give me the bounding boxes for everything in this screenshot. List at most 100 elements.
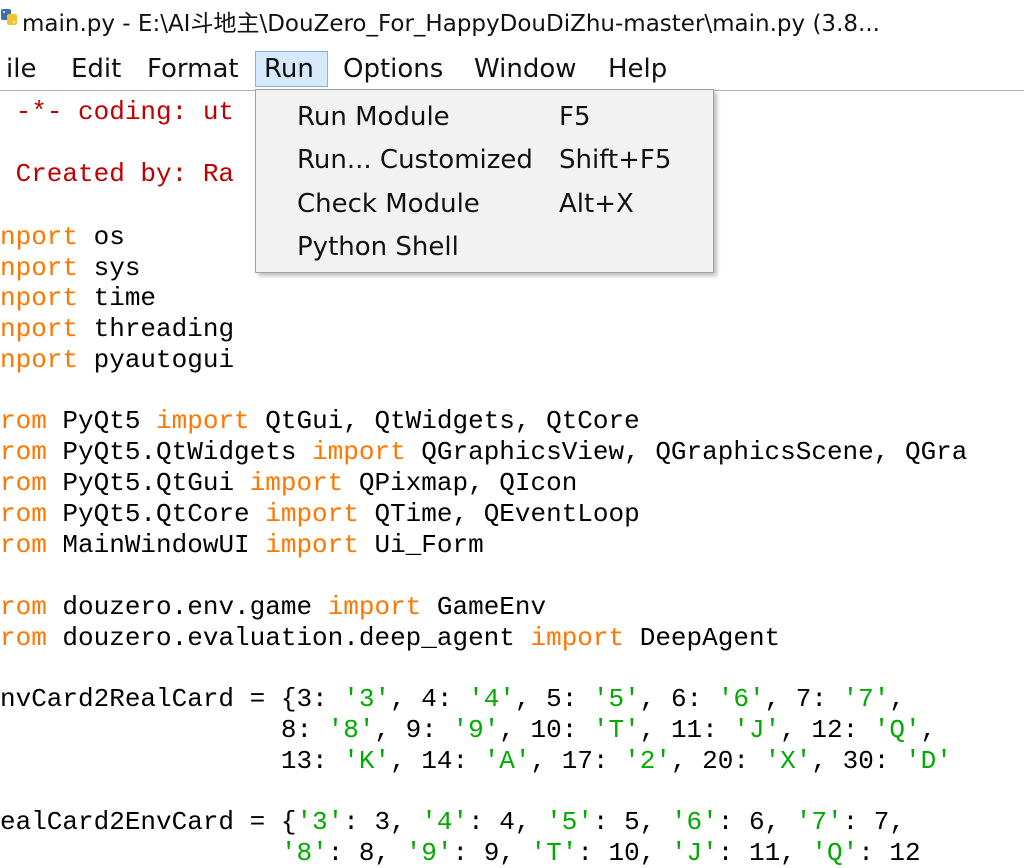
run-dropdown-menu: Run Module F5 Run... Customized Shift+F5… — [255, 89, 714, 273]
code-line: rom PyQt5.QtCore import QTime, QEventLoo… — [0, 499, 640, 529]
code-line: rom douzero.evaluation.deep_agent import… — [0, 623, 780, 653]
code-token: , 4: — [390, 684, 469, 714]
code-token: nport — [0, 345, 79, 375]
python-idle-icon — [1, 9, 17, 25]
code-token: 'Q' — [811, 838, 859, 868]
code-token: QPixmap, QIcon — [343, 468, 578, 498]
menu-run[interactable]: Run — [255, 51, 328, 87]
code-token: PyQt5 — [46, 406, 157, 436]
code-token: '9' — [405, 838, 453, 868]
code-line: rom douzero.env.game import GameEnv — [0, 592, 546, 622]
code-token: , 20: — [670, 746, 765, 776]
code-token: , 5: — [514, 684, 593, 714]
menu-item-label: Python Shell — [297, 232, 459, 262]
code-token: : 8, — [327, 838, 406, 868]
code-token: '8' — [280, 838, 328, 868]
code-token: , 7: — [764, 684, 843, 714]
code-token: nport — [0, 314, 79, 344]
code-token: '7' — [842, 684, 890, 714]
code-token: import — [249, 468, 344, 498]
title-bar: main.py - E:\AI斗地主\DouZero_For_HappyDouD… — [0, 0, 1024, 37]
code-line: 13: 'K', 14: 'A', 17: '2', 20: 'X', 30: … — [0, 746, 952, 776]
code-token: , — [889, 684, 905, 714]
code-token: rom — [0, 623, 47, 653]
code-token: '7' — [795, 807, 843, 837]
code-token: ealCard2EnvCard = { — [0, 807, 297, 837]
code-token: PyQt5.QtCore — [46, 499, 266, 529]
code-line: nport os — [0, 222, 125, 252]
menu-options[interactable]: Options — [335, 51, 451, 87]
python-shell-item[interactable]: Python Shell — [256, 226, 713, 268]
code-token: QtGui, QtWidgets, QtCore — [249, 406, 640, 436]
code-token: 'K' — [343, 746, 391, 776]
code-line: nport time — [0, 283, 156, 313]
code-token: , 11: — [639, 715, 734, 745]
code-token: nport — [0, 253, 79, 283]
code-line: 8: '8', 9: '9', 10: 'T', 11: 'J', 12: 'Q… — [0, 715, 936, 745]
code-token: '3' — [343, 684, 391, 714]
check-module-item[interactable]: Check Module Alt+X — [256, 183, 713, 225]
code-token: '6' — [717, 684, 765, 714]
code-token: Created by: Ra — [0, 159, 235, 189]
code-line: nvCard2RealCard = {3: '3', 4: '4', 5: '5… — [0, 684, 905, 714]
code-token: 'X' — [764, 746, 812, 776]
code-token: douzero.env.game — [46, 592, 328, 622]
code-token: 'J' — [733, 715, 781, 745]
code-token: rom — [0, 530, 47, 560]
menu-file[interactable]: ile — [0, 51, 44, 87]
code-token: import — [312, 437, 406, 467]
menu-format[interactable]: Format — [139, 51, 247, 87]
code-line: nport pyautogui — [0, 345, 234, 375]
code-line: rom PyQt5.QtGui import QPixmap, QIcon — [0, 468, 577, 498]
code-token: rom — [0, 499, 47, 529]
code-token: GameEnv — [421, 592, 547, 622]
code-token: : 11, — [717, 838, 812, 868]
code-token: rom — [0, 437, 47, 467]
code-token: -*- coding: ut — [0, 97, 235, 127]
code-token: PyQt5.QtGui — [46, 468, 250, 498]
code-token: rom — [0, 406, 47, 436]
code-token: import — [265, 530, 359, 560]
code-line: '8': 8, '9': 9, 'T': 10, 'J': 11, 'Q': 1… — [0, 838, 921, 868]
code-token: , 6: — [639, 684, 718, 714]
code-token: nvCard2RealCard = {3: — [0, 684, 344, 714]
code-token: : 12 — [858, 838, 921, 868]
menu-item-label: Run Module — [297, 102, 450, 132]
code-token: 'T' — [592, 715, 640, 745]
code-token: os — [78, 222, 125, 252]
code-token: : 9, — [452, 838, 531, 868]
code-token: '4' — [421, 807, 469, 837]
menu-window[interactable]: Window — [466, 51, 585, 87]
run-customized-item[interactable]: Run... Customized Shift+F5 — [256, 139, 713, 181]
run-module-item[interactable]: Run Module F5 — [256, 96, 713, 138]
code-token: nport — [0, 283, 79, 313]
code-token: '8' — [327, 715, 375, 745]
code-token: 'J' — [670, 838, 718, 868]
code-token: : 5, — [592, 807, 671, 837]
code-line: rom MainWindowUI import Ui_Form — [0, 530, 484, 560]
code-token: , 30: — [811, 746, 906, 776]
code-token: : 6, — [717, 807, 796, 837]
code-token: DeepAgent — [624, 623, 781, 653]
code-token: rom — [0, 592, 47, 622]
menu-item-shortcut: Shift+F5 — [559, 145, 672, 175]
code-token: : 7, — [842, 807, 905, 837]
code-token: , — [920, 715, 937, 745]
menu-edit[interactable]: Edit — [63, 51, 129, 87]
code-line: rom PyQt5.QtWidgets import QGraphicsView… — [0, 437, 967, 467]
code-token: 'A' — [483, 746, 531, 776]
code-token: '5' — [546, 807, 593, 837]
code-token: '9' — [452, 715, 500, 745]
code-token: Ui_Form — [358, 530, 484, 560]
code-line: rom PyQt5 import QtGui, QtWidgets, QtCor… — [0, 406, 640, 436]
code-token: import — [265, 499, 359, 529]
window-title: main.py - E:\AI斗地主\DouZero_For_HappyDouD… — [22, 11, 880, 37]
menu-help[interactable]: Help — [600, 51, 675, 87]
code-token: 'T' — [530, 838, 578, 868]
code-token: : 4, — [468, 807, 547, 837]
code-token: QGraphicsView, QGraphicsScene, QGra — [405, 437, 968, 467]
code-token: 13: — [0, 746, 344, 776]
menu-bar: ile Edit Format Run Options Window Help — [0, 44, 1024, 90]
code-token: : 10, — [577, 838, 671, 868]
code-token: '4' — [468, 684, 515, 714]
